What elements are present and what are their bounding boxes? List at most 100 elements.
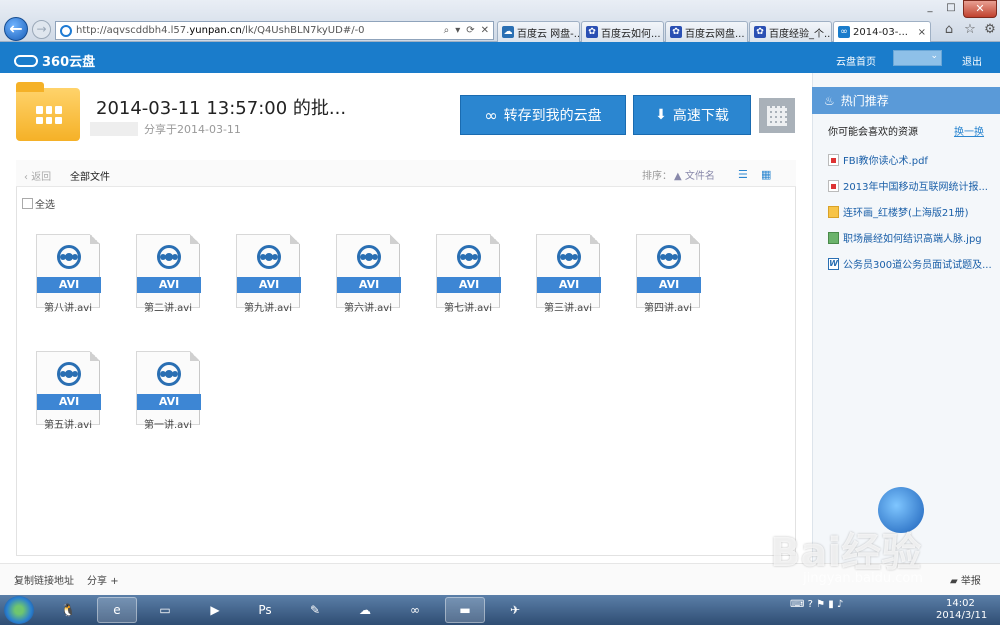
url-suffix: /lk/Q4UshBLN7kyUD#/-0 [241, 25, 365, 36]
report-button[interactable]: ▰ 举报 [950, 572, 981, 587]
media-player-icon[interactable]: ▶ [195, 597, 235, 623]
film-reel-icon [357, 245, 381, 269]
file-item[interactable]: AVI 第七讲.avi [436, 234, 501, 322]
bird-app-icon[interactable]: ✈ [495, 597, 535, 623]
file-item[interactable]: AVI 第五讲.avi [36, 351, 101, 439]
checkbox-icon [22, 198, 33, 209]
recommend-item[interactable]: 职场晨经如何结识高端人脉.jpg [828, 230, 982, 245]
save-to-cloud-button[interactable]: ∞ 转存到我的云盘 [460, 95, 626, 135]
forward-arrow-icon[interactable]: → [32, 20, 51, 39]
recommend-item[interactable]: W 公务员300道公务员面试试题及... [828, 256, 992, 271]
explorer-folder-icon[interactable]: ▭ [145, 597, 185, 623]
save-button-label: 转存到我的云盘 [503, 108, 602, 124]
file-item[interactable]: AVI 第四讲.avi [636, 234, 701, 322]
app-green-icon[interactable]: ✎ [295, 597, 335, 623]
start-button-icon[interactable] [4, 596, 34, 624]
select-all-checkbox[interactable]: 全选 [22, 196, 55, 211]
favorites-star-icon[interactable]: ☆ [962, 22, 978, 38]
browser-tab-2[interactable]: ✿ 百度云如何... [581, 21, 664, 42]
watermark-url: jingyan.baidu.com [803, 571, 923, 586]
cloud-logo-icon [14, 54, 38, 67]
sidebar-header: ♨ 热门推荐 [812, 87, 1000, 114]
file-item[interactable]: AVI 第一讲.avi [136, 351, 201, 439]
file-item[interactable]: AVI 第三讲.avi [536, 234, 601, 322]
back-arrow-icon[interactable]: ← [4, 17, 28, 41]
file-item[interactable]: AVI 第九讲.avi [236, 234, 301, 322]
address-bar[interactable]: http://aqvscddbh4.l57. yunpan.cn/lk/Q4Ush… [55, 21, 494, 40]
sidebar-subtitle: 你可能会喜欢的资源 [828, 127, 918, 138]
close-window-icon[interactable]: ✕ [963, 0, 997, 18]
360-cloud-app-icon[interactable]: ▬ [445, 597, 485, 623]
settings-gear-icon[interactable]: ⚙ [982, 22, 998, 38]
url-prefix: http://aqvscddbh4.l57. [76, 25, 190, 36]
file-name: 第二讲.avi [143, 303, 192, 314]
file-type-badge: AVI [37, 277, 101, 293]
browser-tab-1[interactable]: ☁ 百度云 网盘-... [497, 21, 580, 42]
clock-date[interactable]: 2014/3/11 [936, 610, 987, 621]
report-icon: ▰ [950, 576, 961, 587]
ie-icon[interactable]: e [97, 597, 137, 623]
folder-icon [16, 82, 80, 141]
file-name: 第八讲.avi [43, 303, 92, 314]
back-link[interactable]: ‹ 返回 [24, 168, 51, 183]
cloud-sync-icon[interactable]: ∞ [395, 597, 435, 623]
tab-label: 百度云如何... [601, 28, 661, 40]
video-file-icon: AVI [36, 234, 101, 308]
breadcrumb-all-files[interactable]: 全部文件 [70, 168, 110, 183]
film-reel-icon [457, 245, 481, 269]
film-reel-icon [157, 245, 181, 269]
refresh-recommend-link[interactable]: 换一换 [954, 123, 984, 138]
clock-time[interactable]: 14:02 [946, 598, 975, 609]
dropdown-icon[interactable]: ▾ [455, 25, 460, 36]
tab-label: 百度云网盘... [685, 28, 745, 40]
user-menu[interactable]: ⌄ [893, 50, 942, 66]
stop-icon[interactable]: ✕ [481, 25, 489, 36]
file-item[interactable]: AVI 第六讲.avi [336, 234, 401, 322]
recommend-item-label: FBI教你读心术.pdf [843, 156, 928, 167]
recommend-item[interactable]: 2013年中国移动互联网统计报... [828, 178, 988, 193]
file-item[interactable]: AVI 第二讲.avi [136, 234, 201, 322]
page-title: 2014-03-11 13:57:00 的批... [96, 98, 347, 119]
grid-view-icon[interactable]: ▦ [761, 168, 771, 181]
recommend-item-label: 2013年中国移动互联网统计报... [843, 182, 988, 193]
home-icon[interactable]: ⌂ [941, 22, 957, 38]
file-item[interactable]: AVI 第八讲.avi [36, 234, 101, 322]
baidu-cloud-app-icon[interactable]: ☁ [345, 597, 385, 623]
browser-tab-4[interactable]: ✿ 百度经验_个... [749, 21, 832, 42]
image-icon [828, 231, 839, 244]
photoshop-icon[interactable]: Ps [245, 597, 285, 623]
download-arrow-icon: ⬇ [655, 107, 667, 123]
maximize-icon[interactable]: □ [941, 0, 961, 18]
home-link[interactable]: 云盘首页 [836, 53, 876, 68]
file-name: 第四讲.avi [643, 303, 692, 314]
browser-tab-3[interactable]: ✿ 百度云网盘... [665, 21, 748, 42]
close-tab-icon[interactable]: × [915, 27, 926, 38]
plus-icon: + [110, 576, 119, 587]
tray-icons[interactable]: ⌨ ? ⚑ ▮ ♪ [790, 599, 843, 610]
qq-icon[interactable]: 🐧 [48, 597, 88, 623]
sort-by-name[interactable]: ▲ 文件名 [674, 167, 715, 182]
report-label: 举报 [960, 576, 981, 587]
site-logo[interactable]: 360云盘 [14, 51, 95, 70]
chevron-down-icon: ⌄ [930, 51, 938, 61]
shared-date: 分享于2014-03-11 [144, 123, 241, 136]
download-button[interactable]: ⬇ 高速下载 [633, 95, 751, 135]
refresh-icon[interactable]: ⟳ [466, 25, 474, 36]
file-type-badge: AVI [537, 277, 601, 293]
video-file-icon: AVI [636, 234, 701, 308]
browser-tab-active[interactable]: ∞ 2014-03-... × [833, 21, 931, 42]
share-button[interactable]: 分享 + [87, 572, 119, 587]
search-icon[interactable]: ⌕ [444, 25, 450, 36]
film-reel-icon [57, 362, 81, 386]
tab-label: 百度经验_个... [769, 28, 832, 40]
minimize-icon[interactable]: _ [920, 0, 940, 18]
recommend-item[interactable]: FBI教你读心术.pdf [828, 152, 928, 167]
file-type-badge: AVI [137, 394, 201, 410]
copy-link-button[interactable]: 复制链接地址 [14, 572, 74, 587]
select-all-label: 全选 [35, 200, 55, 211]
recommend-item[interactable]: 连环画_红楼梦(上海版21册) [828, 204, 969, 219]
share-label: 分享 [87, 576, 107, 587]
qr-code-button[interactable] [759, 98, 795, 133]
logout-link[interactable]: 退出 [962, 53, 982, 68]
list-view-icon[interactable]: ☰ [738, 168, 748, 181]
